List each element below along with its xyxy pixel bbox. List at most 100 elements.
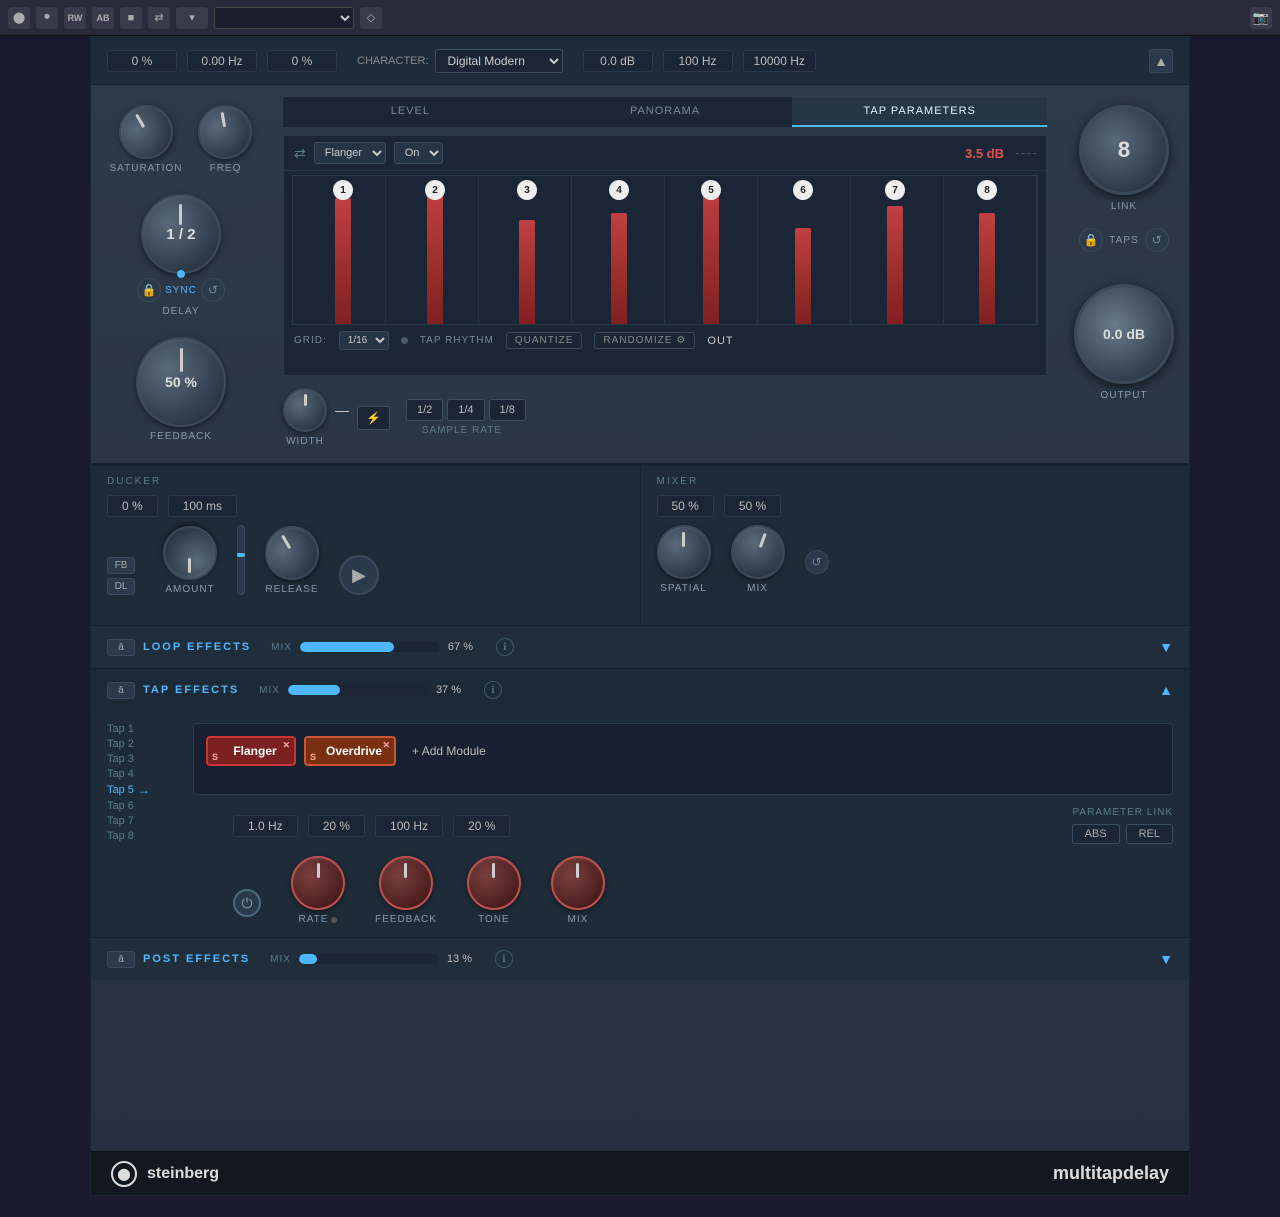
tap-list-item-4[interactable]: Tap 4 [107,768,177,780]
swap-icon[interactable]: ⇄ [294,145,306,162]
dropdown-icon[interactable]: ▾ [176,7,208,29]
quantize-button[interactable]: QUANTIZE [506,332,583,349]
tap-bar-1[interactable]: 1 [297,176,389,324]
tap-bar-5[interactable]: 5 [665,176,757,324]
tap-info-icon[interactable]: ℹ [484,681,502,699]
mixer-spatial-box[interactable]: 50 % [657,495,714,517]
tap-list-item-8[interactable]: Tap 8 [107,830,177,842]
mix-link-icon[interactable]: ↺ [805,550,829,574]
power-button[interactable]: ⏻ [233,889,261,917]
ab-icon[interactable]: AB [92,7,114,29]
freq-knob[interactable] [194,101,257,164]
ducker-amount-box[interactable]: 0 % [107,495,158,517]
tab-level[interactable]: LEVEL [283,97,538,127]
grid-select[interactable]: 1/16 [339,331,389,350]
tap-collapse-icon[interactable]: ▲ [1159,682,1173,698]
randomize-button[interactable]: RANDOMIZE ⚙ [594,332,695,349]
param2-box[interactable]: 0.00 Hz [187,50,257,72]
loop-effects-header[interactable]: ā LOOP EFFECTS MIX 67 % ℹ ▼ [91,626,1189,668]
arrow-icon[interactable]: ⇄ [148,7,170,29]
overdrive-close-icon[interactable]: ✕ [383,740,391,751]
loop-collapse-icon[interactable]: ▼ [1159,639,1173,655]
ducker-slider[interactable] [237,525,245,595]
mixer-mix-box[interactable]: 50 % [724,495,781,517]
character-select[interactable]: Digital Modern [435,49,563,73]
rel-button[interactable]: REL [1126,824,1173,844]
mix-knob[interactable] [723,517,792,586]
record-icon[interactable]: ⏺ [36,7,58,29]
post-mix-bar[interactable] [299,954,439,964]
param-rate-box[interactable]: 1.0 Hz [233,815,298,837]
effect-select[interactable]: Flanger [314,142,386,164]
sr-btn-eighth[interactable]: 1/8 [489,399,526,421]
param-mix-box[interactable]: 20 % [453,815,510,837]
lightning-button[interactable]: ⚡ [357,406,390,430]
dl-button[interactable]: DL [107,578,135,595]
post-collapse-icon[interactable]: ▼ [1159,951,1173,967]
param5-box[interactable]: 100 Hz [663,50,733,72]
sr-btn-quarter[interactable]: 1/4 [447,399,484,421]
overdrive-module[interactable]: ✕ S Overdrive [304,736,396,766]
tap-list-item-1[interactable]: Tap 1 [107,723,177,735]
fb-button[interactable]: FB [107,557,135,574]
tap-list-item-2[interactable]: Tap 2 [107,738,177,750]
abs-button[interactable]: ABS [1072,824,1120,844]
loop-info-icon[interactable]: ℹ [496,638,514,656]
tap-effects-header[interactable]: ā TAP EFFECTS MIX 37 % ℹ ▲ [91,669,1189,711]
loop-mix-bar[interactable] [300,642,440,652]
post-effects-header[interactable]: ā POST EFFECTS MIX 13 % ℹ ▼ [91,938,1189,980]
sr-btn-half[interactable]: 1/2 [406,399,443,421]
param4-box[interactable]: 0.0 dB [583,50,653,72]
tap-bar-4[interactable]: 4 [573,176,665,324]
spatial-knob[interactable] [657,525,711,579]
param-tone-box[interactable]: 100 Hz [375,815,443,837]
flanger-module[interactable]: ✕ S Flanger [206,736,296,766]
diamond-icon[interactable]: ◇ [360,7,382,29]
width-knob[interactable] [283,388,327,432]
tap-bar-7[interactable]: 7 [849,176,941,324]
tap-list-item-7[interactable]: Tap 7 [107,815,177,827]
tab-tap-parameters[interactable]: TAP PARAMETERS [792,97,1047,127]
add-module-button[interactable]: + Add Module [404,738,494,764]
tab-panorama[interactable]: PANORAMA [538,97,793,127]
tap-bar-8[interactable]: 8 [941,176,1033,324]
param3-box[interactable]: 0 % [267,50,337,72]
post-effects-toggle[interactable]: ā [107,951,135,968]
expand-button[interactable]: ▲ [1149,49,1173,73]
delay-lock-icon[interactable]: 🔒 [137,278,161,302]
track-select[interactable] [214,7,354,29]
saturation-knob[interactable] [109,95,183,169]
tap-bar-6[interactable]: 6 [757,176,849,324]
flanger-close-icon[interactable]: ✕ [282,740,290,751]
tap-list-item-3[interactable]: Tap 3 [107,753,177,765]
param-feedback-box[interactable]: 20 % [308,815,365,837]
system-icon[interactable]: ⬤ [8,7,30,29]
amount-knob[interactable] [163,526,217,580]
mix-effect-knob[interactable] [551,856,605,910]
tone-knob[interactable] [467,856,521,910]
taps-refresh-icon[interactable]: ↺ [1145,228,1169,252]
ducker-release-box[interactable]: 100 ms [168,495,237,517]
delay-knob[interactable]: 1 / 2 [141,194,221,274]
param1-box[interactable]: 0 % [107,50,177,72]
play-button[interactable]: ▶ [339,555,379,595]
param6-box[interactable]: 10000 Hz [743,50,816,72]
loop-effects-toggle[interactable]: ā [107,639,135,656]
tap-list-item-5[interactable]: Tap 5 → [107,783,177,797]
release-knob[interactable] [255,516,329,590]
on-select[interactable]: On [394,142,443,164]
tap-grid[interactable]: 1 2 3 4 [292,175,1038,325]
tap-bar-2[interactable]: 2 [389,176,481,324]
feedback-knob[interactable]: 50 % [136,337,226,427]
feedback-effect-knob[interactable] [379,856,433,910]
taps-lock-icon[interactable]: 🔒 [1079,228,1103,252]
tap-list-item-6[interactable]: Tap 6 [107,800,177,812]
delay-refresh-icon[interactable]: ↺ [201,278,225,302]
rate-knob[interactable] [291,856,345,910]
output-knob[interactable]: 0.0 dB [1074,284,1174,384]
tap-effects-toggle[interactable]: ā [107,682,135,699]
post-info-icon[interactable]: ℹ [495,950,513,968]
camera-icon[interactable]: 📷 [1250,7,1272,29]
taps-knob[interactable]: 8 [1079,105,1169,195]
tap-bar-3[interactable]: 3 [481,176,573,324]
